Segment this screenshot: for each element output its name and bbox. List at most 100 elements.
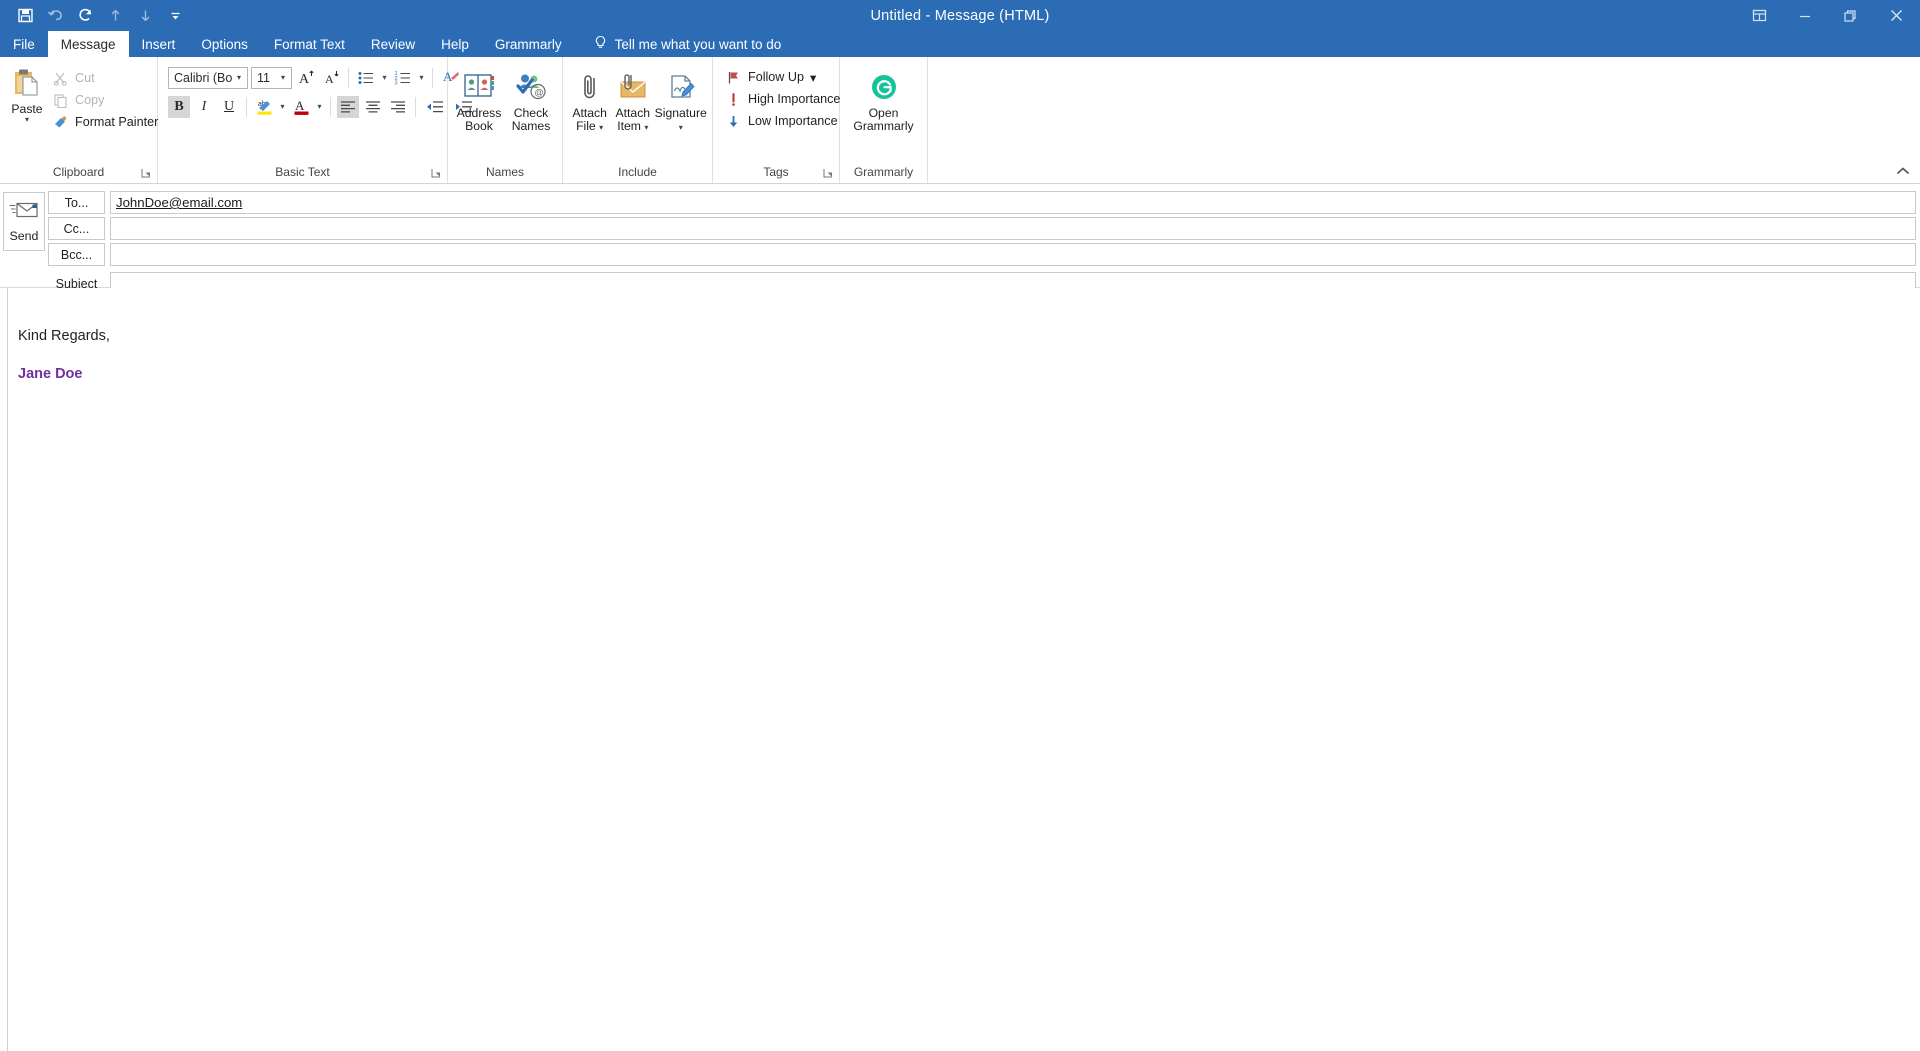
shrink-font-button[interactable]: A <box>320 67 342 89</box>
tab-file[interactable]: File <box>0 31 48 57</box>
body-editor[interactable]: Kind Regards, Jane Doe <box>8 288 1920 1051</box>
exclamation-icon <box>725 91 742 108</box>
font-name-chevron-down-icon[interactable]: ▾ <box>233 73 245 82</box>
check-names-button[interactable]: @ Check Names <box>505 67 557 133</box>
font-color-button[interactable]: A <box>290 96 312 118</box>
signature-icon <box>666 70 696 104</box>
font-size-combo[interactable]: 11 ▾ <box>251 66 292 89</box>
paste-caret-icon[interactable]: ▾ <box>25 116 29 124</box>
scissors-icon <box>52 70 69 87</box>
tab-options[interactable]: Options <box>188 31 261 57</box>
tags-dialog-launcher[interactable] <box>823 168 834 179</box>
clipboard-dialog-launcher[interactable] <box>141 168 152 179</box>
ribbon-display-options-button[interactable] <box>1737 0 1782 31</box>
to-input[interactable]: JohnDoe@email.com <box>110 191 1916 214</box>
follow-up-caret-icon[interactable]: ▾ <box>810 70 816 85</box>
numbering-button[interactable]: 123 <box>392 67 414 89</box>
tab-review[interactable]: Review <box>358 31 428 57</box>
ribbon-group-grammarly: Open Grammarly Grammarly <box>840 57 928 183</box>
format-painter-button[interactable]: Format Painter <box>50 111 163 133</box>
cc-input[interactable] <box>110 217 1916 240</box>
tell-me-search[interactable]: Tell me what you want to do <box>575 31 792 57</box>
basic-text-dialog-launcher[interactable] <box>431 168 442 179</box>
underline-button[interactable]: U <box>218 96 240 118</box>
recipient-fields: To... JohnDoe@email.com Cc... Bcc... Sub… <box>48 190 1920 296</box>
high-importance-button[interactable]: High Importance <box>723 88 845 110</box>
message-header: Send To... JohnDoe@email.com Cc... Bcc..… <box>0 184 1920 295</box>
paste-button[interactable]: Paste ▾ <box>10 63 44 124</box>
font-size-chevron-down-icon[interactable]: ▾ <box>277 73 289 82</box>
address-book-button[interactable]: Address Book <box>453 67 505 133</box>
collapse-ribbon-button[interactable] <box>1894 163 1912 179</box>
message-body[interactable]: Kind Regards, Jane Doe <box>0 288 1920 1051</box>
low-importance-button[interactable]: Low Importance <box>723 110 843 132</box>
to-field-row: To... JohnDoe@email.com <box>48 190 1916 215</box>
previous-item-icon[interactable] <box>100 3 130 29</box>
basic-text-separator-2 <box>432 67 433 88</box>
send-button-wrapper: Send <box>0 190 48 251</box>
signature-button[interactable]: Signature ▾ <box>654 67 707 133</box>
italic-button[interactable]: I <box>193 96 215 118</box>
align-center-button[interactable] <box>362 96 384 118</box>
bcc-input[interactable] <box>110 243 1916 266</box>
bcc-button[interactable]: Bcc... <box>48 243 105 266</box>
font-name-combo[interactable]: Calibri (Boc ▾ <box>168 66 248 89</box>
attach-file-caret-icon[interactable]: ▾ <box>599 123 603 132</box>
signature-label: Signature ▾ <box>654 106 707 132</box>
quick-access-toolbar <box>0 3 190 29</box>
bold-button[interactable]: B <box>168 95 190 118</box>
address-book-label: Address Book <box>456 106 502 133</box>
minimize-button[interactable] <box>1782 0 1827 31</box>
basic-text-separator-3 <box>246 96 247 117</box>
save-icon[interactable] <box>10 3 40 29</box>
paperclip-icon <box>575 70 605 104</box>
signature-caret-icon[interactable]: ▾ <box>679 123 683 132</box>
attach-file-label: Attach File ▾ <box>572 106 607 133</box>
copy-label: Copy <box>75 93 105 107</box>
group-label-clipboard: Clipboard <box>0 163 157 183</box>
tab-message[interactable]: Message <box>47 31 129 57</box>
down-arrow-icon <box>725 113 742 130</box>
to-button[interactable]: To... <box>48 191 105 214</box>
font-color-chevron-down-icon[interactable]: ▾ <box>315 102 324 111</box>
tab-format-text[interactable]: Format Text <box>261 31 358 57</box>
basic-text-separator-5 <box>415 96 416 117</box>
group-label-names: Names <box>485 165 524 179</box>
align-right-button[interactable] <box>387 96 409 118</box>
highlight-chevron-down-icon[interactable]: ▾ <box>278 102 287 111</box>
copy-button[interactable]: Copy <box>50 89 163 111</box>
window-title: Untitled - Message (HTML) <box>870 7 1050 24</box>
send-envelope-icon <box>9 200 39 225</box>
ribbon-group-tags: Follow Up ▾ High Importance Low Importan… <box>713 57 840 183</box>
customize-quick-access-toolbar-icon[interactable] <box>160 3 190 29</box>
decrease-indent-button[interactable] <box>422 96 448 118</box>
tab-help[interactable]: Help <box>428 31 482 57</box>
grow-font-button[interactable]: A <box>295 67 317 89</box>
bullets-chevron-down-icon[interactable]: ▾ <box>380 73 389 82</box>
tab-insert[interactable]: Insert <box>129 31 189 57</box>
restore-button[interactable] <box>1827 0 1872 31</box>
undo-icon[interactable] <box>40 3 70 29</box>
cc-button[interactable]: Cc... <box>48 217 105 240</box>
title-bar: Untitled - Message (HTML) <box>0 0 1920 31</box>
bullets-button[interactable] <box>355 67 377 89</box>
next-item-icon[interactable] <box>130 3 160 29</box>
attach-file-button[interactable]: Attach File ▾ <box>568 67 611 133</box>
cut-button[interactable]: Cut <box>50 67 163 89</box>
text-highlight-color-button[interactable]: ab <box>253 96 275 118</box>
tab-grammarly[interactable]: Grammarly <box>482 31 575 57</box>
redo-icon[interactable] <box>70 3 100 29</box>
align-left-button[interactable] <box>337 95 359 118</box>
open-grammarly-button[interactable]: Open Grammarly <box>846 67 922 133</box>
close-button[interactable] <box>1872 0 1920 31</box>
send-button[interactable]: Send <box>3 192 45 251</box>
address-book-icon <box>463 70 495 104</box>
copy-icon <box>52 92 69 109</box>
tell-me-label: Tell me what you want to do <box>614 36 782 52</box>
send-button-label: Send <box>9 229 39 243</box>
numbering-chevron-down-icon[interactable]: ▾ <box>417 73 426 82</box>
attach-item-caret-icon[interactable]: ▾ <box>644 123 648 132</box>
group-label-tags: Tags <box>713 163 839 183</box>
attach-item-button[interactable]: Attach Item ▾ <box>611 67 654 133</box>
follow-up-button[interactable]: Follow Up ▾ <box>723 66 821 88</box>
